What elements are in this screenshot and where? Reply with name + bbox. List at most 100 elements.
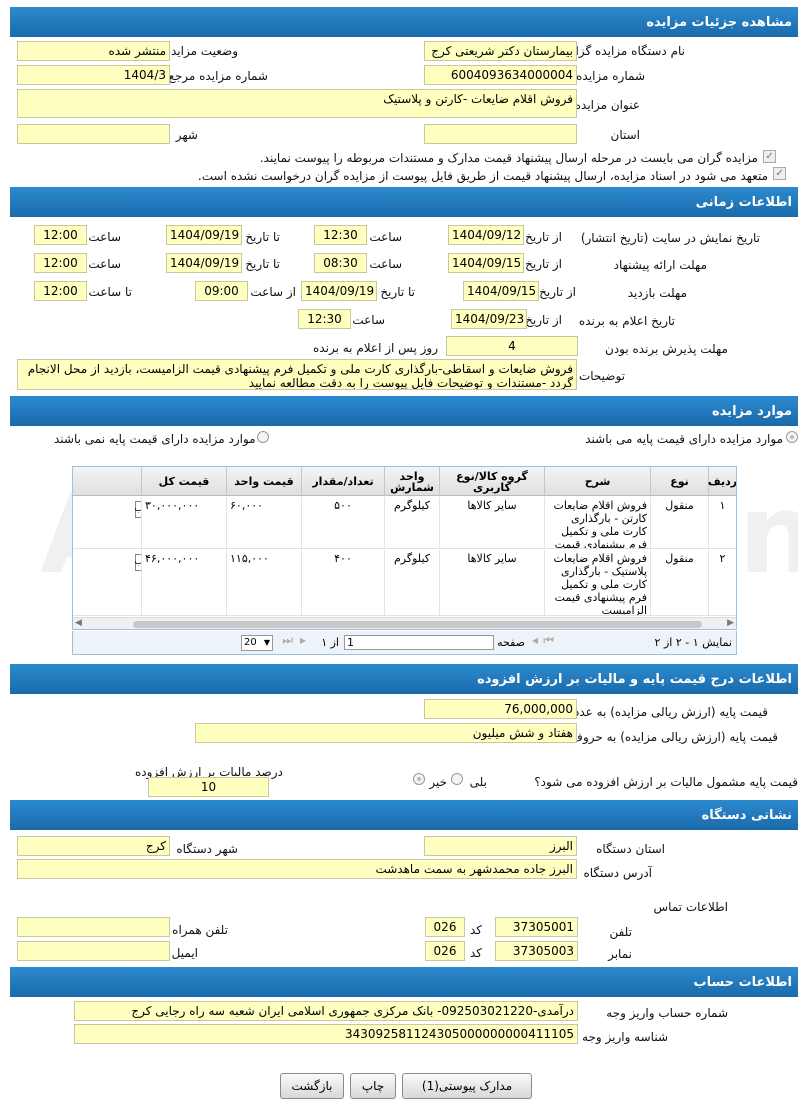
- without-base-price-radio[interactable]: [257, 431, 269, 443]
- visit-deadline-label: مهلت بازدید: [627, 286, 687, 300]
- scroll-thumb[interactable]: [133, 621, 702, 628]
- offer-to-date-field[interactable]: 1404/09/19: [166, 253, 242, 273]
- first-page-icon[interactable]: ⏮: [543, 633, 554, 648]
- back-button[interactable]: بازگشت: [280, 1073, 344, 1099]
- row-docs-button[interactable]: ب: [135, 501, 141, 518]
- col-type[interactable]: نوع: [650, 467, 708, 496]
- display-to-time-field[interactable]: 12:00: [34, 225, 87, 245]
- announce-time-field[interactable]: 12:30: [298, 309, 351, 329]
- table-row[interactable]: ۲ منقول فروش اقلام ضایعات پلاستیک - بارگ…: [73, 550, 736, 616]
- status-label: وضعیت مزایده: [164, 44, 238, 58]
- with-base-price-radio[interactable]: [786, 431, 798, 443]
- pager-summary: نمایش ۱ - ۲ از ۲: [654, 636, 732, 649]
- email-field[interactable]: [17, 941, 170, 961]
- visit-to-time-field[interactable]: 12:00: [34, 281, 87, 301]
- number-field[interactable]: 6004093634000004: [424, 65, 577, 85]
- offer-from-date-field[interactable]: 1404/09/15: [448, 253, 524, 273]
- ref-number-field[interactable]: 1404/3: [17, 65, 170, 85]
- attachments-button[interactable]: مدارک پیوستی(1): [402, 1073, 532, 1099]
- offer-deadline-label: مهلت ارائه پیشنهاد: [613, 258, 707, 272]
- row-docs-button[interactable]: ب: [135, 554, 141, 571]
- section-header-items: موارد مزایده: [10, 396, 798, 426]
- section-title: نشانی دستگاه: [701, 807, 792, 823]
- display-to-date-field[interactable]: 1404/09/19: [166, 225, 242, 245]
- province-field[interactable]: [424, 124, 577, 144]
- mobile-field[interactable]: [17, 917, 170, 937]
- offer-to-time-field[interactable]: 12:00: [34, 253, 87, 273]
- visit-from-time-field[interactable]: 09:00: [195, 281, 248, 301]
- attachments-required-label: مزایده گران می بایست در مرحله ارسال پیشن…: [259, 151, 758, 165]
- device-city-field[interactable]: کرج: [17, 836, 170, 856]
- description-field[interactable]: فروش ضایعات و اسقاطی-بارگذاری کارت ملی و…: [17, 359, 577, 390]
- display-from-time-field[interactable]: 12:30: [314, 225, 367, 245]
- attachments-required-checkbox[interactable]: ✓: [763, 150, 776, 163]
- vat-yes-radio[interactable]: [451, 773, 463, 785]
- fax-field[interactable]: 37305003: [495, 941, 578, 961]
- col-unit[interactable]: واحد شمارش: [384, 467, 439, 496]
- device-province-label: استان دستگاه: [596, 842, 665, 856]
- cell-unit: کیلوگرم: [384, 497, 439, 548]
- col-group[interactable]: گروه کالا/نوع کاربری: [439, 467, 544, 496]
- fax-code-field[interactable]: 026: [425, 941, 465, 961]
- chevron-down-icon: ▼: [263, 638, 270, 647]
- accept-days-field[interactable]: 4: [446, 336, 578, 356]
- col-index[interactable]: ردیف: [708, 467, 736, 496]
- org-field[interactable]: بیمارستان دکتر شریعتی کرج: [424, 41, 577, 61]
- number-label: شماره مزایده: [576, 69, 645, 83]
- cell-type: منقول: [650, 550, 708, 615]
- status-field[interactable]: منتشر شده: [17, 41, 170, 61]
- with-base-price-label: موارد مزایده دارای قیمت پایه می باشند: [585, 432, 783, 446]
- device-address-field[interactable]: البرز جاده محمدشهر به سمت ماهدشت: [17, 859, 577, 879]
- col-total-price[interactable]: قیمت کل: [141, 467, 226, 496]
- base-price-number-field[interactable]: 76,000,000: [424, 699, 577, 719]
- title-field[interactable]: فروش اقلام ضایعات -کارتن و پلاستیک: [17, 89, 577, 118]
- payment-id-field[interactable]: 343092581124305000000000411105: [74, 1024, 578, 1044]
- visit-to-date-field[interactable]: 1404/09/19: [301, 281, 377, 301]
- vat-percent-field[interactable]: 10: [148, 777, 269, 797]
- vat-no-radio[interactable]: [413, 773, 425, 785]
- account-number-field[interactable]: درآمدی-092503021220- بانک مرکزی جمهوری ا…: [74, 1001, 578, 1021]
- col-unit-price[interactable]: قیمت واحد: [226, 467, 301, 496]
- cell-quantity: ۴۰۰: [301, 550, 384, 615]
- device-province-field[interactable]: البرز: [424, 836, 577, 856]
- table-row[interactable]: ۱ منقول فروش اقلام ضایعات کارتن - بارگذا…: [73, 497, 736, 549]
- offer-to-time-label: ساعت: [88, 257, 121, 271]
- display-date-label: تاریخ نمایش در سایت (تاریخ انتشار): [580, 231, 760, 245]
- next-page-icon[interactable]: ▸: [300, 633, 306, 647]
- grid-horizontal-scrollbar[interactable]: ◀ ▶: [73, 617, 736, 629]
- base-price-words-field[interactable]: هفتاد و شش میلیون: [195, 723, 577, 743]
- prev-page-icon[interactable]: ◂: [532, 633, 538, 647]
- phone-field[interactable]: 37305001: [495, 917, 578, 937]
- page-size-value: 20: [244, 637, 257, 648]
- page-number-input[interactable]: 1: [344, 635, 494, 650]
- announce-from-date-field[interactable]: 1404/09/23: [451, 309, 527, 329]
- last-page-icon[interactable]: ⏭: [282, 633, 293, 648]
- section-title: اطلاعات زمانی: [695, 194, 792, 210]
- col-description[interactable]: شرح: [544, 467, 650, 496]
- print-button[interactable]: چاپ: [350, 1073, 396, 1099]
- phone-code-field[interactable]: 026: [425, 917, 465, 937]
- page-size-select[interactable]: 20 ▼: [241, 635, 273, 651]
- province-label: استان: [610, 128, 640, 142]
- scroll-left-arrow-icon[interactable]: ◀: [75, 618, 82, 628]
- city-field[interactable]: [17, 124, 170, 144]
- announce-time-label: ساعت: [352, 313, 385, 327]
- visit-from-date-field[interactable]: 1404/09/15: [463, 281, 539, 301]
- announce-from-date-label: از تاریخ: [525, 313, 562, 327]
- cell-quantity: ۵۰۰: [301, 497, 384, 548]
- offer-from-time-field[interactable]: 08:30: [314, 253, 367, 273]
- scroll-right-arrow-icon[interactable]: ▶: [727, 618, 734, 628]
- cell-docs: ب: [73, 497, 141, 548]
- fax-label: نمابر: [608, 947, 632, 961]
- cell-total-price: ۳۰,۰۰۰,۰۰۰: [141, 497, 226, 548]
- display-from-date-label: از تاریخ: [525, 230, 562, 244]
- page-of-label: از ۱: [321, 636, 339, 649]
- col-docs[interactable]: مد: [73, 467, 141, 496]
- display-from-date-field[interactable]: 1404/09/12: [448, 225, 524, 245]
- offer-from-time-label: ساعت: [369, 257, 402, 271]
- fax-code-label: کد: [469, 946, 482, 960]
- no-file-offer-checkbox[interactable]: ✓: [773, 167, 786, 180]
- phone-code-label: کد: [469, 923, 482, 937]
- cell-description: فروش اقلام ضایعات پلاستیک - بارگذاری کار…: [544, 550, 650, 615]
- col-quantity[interactable]: تعداد/مقدار: [301, 467, 384, 496]
